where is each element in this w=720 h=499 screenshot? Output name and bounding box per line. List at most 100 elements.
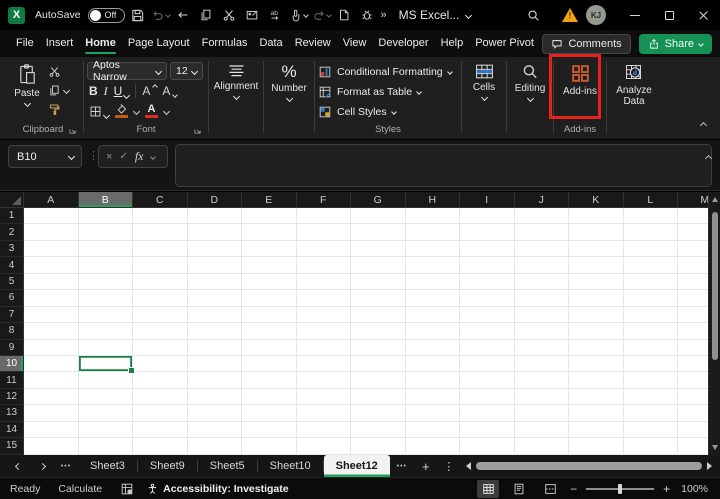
editing-button[interactable]: Editing — [510, 60, 550, 121]
cell-C11[interactable] — [133, 372, 188, 388]
cell-A15[interactable] — [24, 438, 79, 454]
cell-H7[interactable] — [406, 307, 461, 323]
cell-D4[interactable] — [188, 257, 243, 273]
cell-B3[interactable] — [79, 241, 134, 257]
cell-L15[interactable] — [624, 438, 679, 454]
cell-A11[interactable] — [24, 372, 79, 388]
zoom-level[interactable]: 100% — [681, 483, 708, 495]
cell-I12[interactable] — [460, 389, 515, 405]
page-layout-view-button[interactable] — [508, 480, 530, 498]
cell-A4[interactable] — [24, 257, 79, 273]
cell-E3[interactable] — [242, 241, 297, 257]
sheet-tab-sheet10[interactable]: Sheet10 — [258, 455, 323, 477]
scroll-left-icon[interactable] — [466, 462, 471, 470]
cell-B12[interactable] — [79, 389, 134, 405]
cell-G5[interactable] — [351, 274, 406, 290]
next-sheet-button[interactable] — [30, 455, 54, 477]
cell-J11[interactable] — [515, 372, 570, 388]
cell-D7[interactable] — [188, 307, 243, 323]
cell-A2[interactable] — [24, 224, 79, 240]
menu-item-insert[interactable]: Insert — [40, 31, 80, 56]
menu-item-home[interactable]: Home — [79, 31, 122, 56]
font-color-button[interactable]: A — [145, 104, 158, 118]
row-header-15[interactable]: 15 — [0, 438, 24, 454]
cell-J14[interactable] — [515, 422, 570, 438]
cell-J15[interactable] — [515, 438, 570, 454]
page-break-preview-button[interactable] — [539, 480, 561, 498]
scroll-right-icon[interactable] — [707, 462, 712, 470]
cell-A12[interactable] — [24, 389, 79, 405]
row-header-5[interactable]: 5 — [0, 274, 24, 290]
addins-button[interactable]: Add-ins — [557, 60, 603, 121]
cell-E11[interactable] — [242, 372, 297, 388]
cell-L13[interactable] — [624, 405, 679, 421]
menu-item-file[interactable]: File — [10, 31, 40, 56]
cell-J9[interactable] — [515, 340, 570, 356]
cell-G1[interactable] — [351, 208, 406, 224]
scroll-up-icon[interactable] — [712, 197, 718, 202]
cell-G3[interactable] — [351, 241, 406, 257]
cell-A14[interactable] — [24, 422, 79, 438]
menu-item-view[interactable]: View — [337, 31, 373, 56]
name-box[interactable]: B10 — [8, 145, 82, 168]
menu-item-data[interactable]: Data — [253, 31, 288, 56]
font-size-select[interactable]: 12 — [170, 62, 203, 80]
cell-B1[interactable] — [79, 208, 134, 224]
zoom-in-button[interactable] — [663, 482, 670, 496]
cell-C15[interactable] — [133, 438, 188, 454]
cell-J13[interactable] — [515, 405, 570, 421]
cancel-icon[interactable] — [106, 151, 112, 163]
column-header-A[interactable]: A — [24, 192, 79, 208]
cell-K7[interactable] — [569, 307, 624, 323]
cell-F1[interactable] — [297, 208, 352, 224]
cell-G15[interactable] — [351, 438, 406, 454]
minimize-button[interactable] — [618, 0, 652, 30]
new-sheet-button[interactable] — [414, 459, 438, 474]
cell-F5[interactable] — [297, 274, 352, 290]
normal-view-button[interactable] — [477, 480, 499, 498]
cell-H15[interactable] — [406, 438, 461, 454]
cell-L10[interactable] — [624, 356, 679, 372]
cell-E2[interactable] — [242, 224, 297, 240]
cell-F14[interactable] — [297, 422, 352, 438]
column-header-K[interactable]: K — [569, 192, 624, 208]
cell-C13[interactable] — [133, 405, 188, 421]
cell-E7[interactable] — [242, 307, 297, 323]
cell-K9[interactable] — [569, 340, 624, 356]
cell-D5[interactable] — [188, 274, 243, 290]
cell-A1[interactable] — [24, 208, 79, 224]
format-as-table-button[interactable]: Format as Table — [318, 82, 458, 101]
cell-J3[interactable] — [515, 241, 570, 257]
row-header-6[interactable]: 6 — [0, 290, 24, 306]
cell-H12[interactable] — [406, 389, 461, 405]
cell-K10[interactable] — [569, 356, 624, 372]
horizontal-scroll-thumb[interactable] — [476, 462, 702, 470]
cell-K14[interactable] — [569, 422, 624, 438]
cell-B8[interactable] — [79, 323, 134, 339]
cell-I14[interactable] — [460, 422, 515, 438]
menu-item-power-pivot[interactable]: Power Pivot — [469, 31, 540, 56]
italic-button[interactable]: I — [104, 84, 108, 99]
cell-K11[interactable] — [569, 372, 624, 388]
column-header-F[interactable]: F — [297, 192, 352, 208]
cell-H13[interactable] — [406, 405, 461, 421]
cell-D3[interactable] — [188, 241, 243, 257]
avatar[interactable]: KJ — [586, 5, 606, 25]
cell-F2[interactable] — [297, 224, 352, 240]
column-header-C[interactable]: C — [133, 192, 188, 208]
cell-G10[interactable] — [351, 356, 406, 372]
cell-L5[interactable] — [624, 274, 679, 290]
cell-K5[interactable] — [569, 274, 624, 290]
cell-G13[interactable] — [351, 405, 406, 421]
more-sheets-icon[interactable] — [390, 463, 414, 470]
cell-L8[interactable] — [624, 323, 679, 339]
cell-B4[interactable] — [79, 257, 134, 273]
expand-formula-bar-icon[interactable] — [706, 148, 711, 166]
cell-I1[interactable] — [460, 208, 515, 224]
cell-E12[interactable] — [242, 389, 297, 405]
cell-B7[interactable] — [79, 307, 134, 323]
copy-button[interactable] — [48, 81, 69, 100]
cell-I2[interactable] — [460, 224, 515, 240]
cell-I7[interactable] — [460, 307, 515, 323]
cell-K1[interactable] — [569, 208, 624, 224]
